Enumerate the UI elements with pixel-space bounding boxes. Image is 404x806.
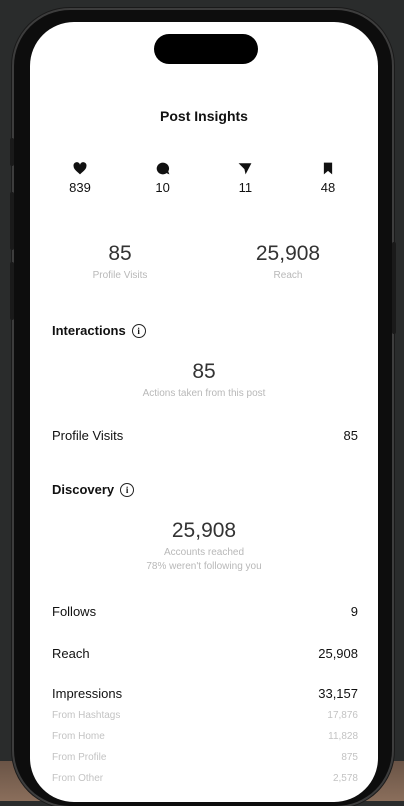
row-value: 2,578 [332,773,358,784]
screen: Post Insights 839 10 11 48 85 Profile Vi… [30,22,378,802]
impressions-from-profile: From Profile 875 [52,752,358,763]
interactions-caption: Actions taken from this post [142,388,266,399]
interactions-row-profile-visits: Profile Visits 85 [52,428,358,443]
row-label: From Profile [52,752,107,763]
discovery-row-follows: Follows 9 [52,604,358,619]
saves-count: 48 [320,180,336,195]
page-title: Post Insights [160,108,248,124]
row-label: Reach [52,646,90,661]
row-label: Impressions [52,686,123,701]
row-label: Profile Visits [52,428,124,443]
row-value: 11,828 [328,731,358,742]
info-icon[interactable]: i [131,323,146,338]
interactions-total: 85 Actions taken from this post [30,360,378,399]
engagement-stats: 839 10 11 48 [50,162,358,195]
discovery-heading: Discovery i [52,482,135,497]
discovery-total-value: 25,908 [171,519,237,542]
share-icon [238,163,252,175]
volume-down-button [10,262,14,320]
mute-switch [10,138,14,166]
likes-stat: 839 [50,162,110,195]
shares-stat: 11 [215,162,275,195]
shares-count: 11 [238,180,253,195]
dynamic-island [154,34,258,64]
interactions-total-value: 85 [192,360,216,383]
reach-summary[interactable]: 25,908 Reach [228,242,348,281]
interactions-title: Interactions [52,323,126,338]
row-label: From Home [52,731,105,742]
discovery-row-impressions: Impressions 33,157 [52,686,358,701]
comment-icon [156,162,170,175]
profile-visits-value: 85 [108,242,132,265]
power-button [392,242,396,334]
comments-stat: 10 [133,162,193,195]
reach-label: Reach [273,270,303,281]
interactions-heading: Interactions i [52,323,146,338]
discovery-row-reach: Reach 25,908 [52,646,358,661]
row-label: From Hashtags [52,710,121,721]
discovery-caption: Accounts reached [163,547,245,558]
saves-stat: 48 [298,162,358,195]
discovery-total: 25,908 Accounts reached 78% weren't foll… [30,519,378,572]
row-value: 25,908 [318,646,358,661]
info-icon[interactable]: i [120,482,135,497]
row-value: 33,157 [318,686,358,701]
row-value: 875 [341,752,358,763]
row-value: 85 [343,428,358,443]
profile-visits-label: Profile Visits [92,270,148,281]
comments-count: 10 [155,180,170,195]
volume-up-button [10,192,14,250]
row-value: 9 [350,604,358,619]
heart-icon [73,162,87,175]
row-value: 17,876 [327,710,358,721]
impressions-from-hashtags: From Hashtags 17,876 [52,710,358,721]
profile-visits-summary[interactable]: 85 Profile Visits [60,242,180,281]
phone-frame: Post Insights 839 10 11 48 85 Profile Vi… [10,10,396,806]
impressions-from-home: From Home 11,828 [52,731,358,742]
discovery-title: Discovery [52,482,115,497]
impressions-from-other: From Other 2,578 [52,773,358,784]
discovery-caption-followers: 78% weren't following you [146,561,262,572]
row-label: From Other [52,773,104,784]
summary-stats: 85 Profile Visits 25,908 Reach [60,242,348,281]
row-label: Follows [52,604,97,619]
bookmark-icon [323,162,333,175]
reach-value: 25,908 [255,242,321,265]
likes-count: 839 [69,180,91,195]
